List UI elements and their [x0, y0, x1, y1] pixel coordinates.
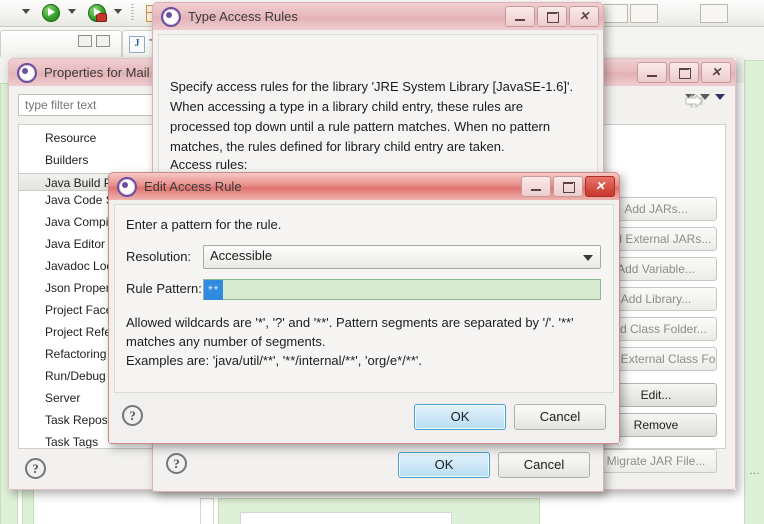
toolbar-button[interactable] [700, 4, 728, 23]
help-line: Allowed wildcards are '*', '?' and '**'.… [126, 315, 574, 330]
help-icon[interactable]: ? [25, 458, 46, 479]
edit-access-rule-content: Enter a pattern for the rule. Resolution… [114, 204, 614, 393]
window-controls: ✕ [635, 62, 731, 83]
restore-icon[interactable] [78, 35, 92, 47]
rule-pattern-label: Rule Pattern: [126, 281, 202, 296]
form-panel [200, 498, 214, 524]
close-icon[interactable]: ✕ [569, 6, 599, 27]
resolution-label: Resolution: [126, 249, 192, 264]
minimize-icon[interactable] [637, 62, 667, 83]
maximize-icon[interactable] [537, 6, 567, 27]
run-icon[interactable] [42, 4, 60, 22]
cancel-button[interactable]: Cancel [514, 404, 606, 430]
type-access-rules-footer: ? OK Cancel [158, 444, 598, 486]
instruction-text: Enter a pattern for the rule. [126, 217, 282, 232]
editor-secondary-number: … [749, 465, 760, 477]
migrate-jar-file-button[interactable]: Migrate JAR File... [595, 449, 717, 473]
edit-access-rule-titlebar[interactable]: Edit Access Rule ✕ [108, 172, 620, 200]
view-menu-chevron-icon[interactable] [715, 94, 725, 100]
screen: ✦ J J Te 245 … Properties for Mail ✕ [0, 0, 764, 524]
forward-arrow-icon[interactable] [685, 93, 703, 109]
ok-button[interactable]: OK [398, 452, 490, 478]
dropdown-caret-icon[interactable] [68, 9, 76, 14]
properties-title: Properties for Mail [44, 65, 150, 80]
gear-icon [117, 176, 137, 197]
navigation-controls [685, 93, 725, 109]
description-line: matches, the rules defined for library c… [170, 139, 505, 154]
toolbar-button[interactable] [600, 4, 628, 23]
help-icon[interactable]: ? [166, 453, 187, 474]
dropdown-caret-icon[interactable] [22, 9, 30, 14]
toolbar-grip[interactable] [131, 4, 134, 22]
resolution-select[interactable]: Accessible [203, 245, 601, 269]
rule-pattern-value: ** [204, 280, 224, 300]
access-rules-label: Access rules: [170, 157, 248, 172]
type-access-rules-titlebar[interactable]: Type Access Rules ✕ [152, 2, 604, 30]
edit-access-rule-body: Enter a pattern for the rule. Resolution… [108, 200, 620, 444]
edit-access-rule-dialog[interactable]: Edit Access Rule ✕ Enter a pattern for t… [108, 172, 620, 444]
close-icon[interactable]: ✕ [701, 62, 731, 83]
form-field[interactable] [240, 512, 452, 524]
edit-access-rule-footer: ? OK Cancel [114, 396, 614, 438]
dropdown-caret-icon[interactable] [114, 9, 122, 14]
bug-icon [96, 13, 107, 22]
help-line: Examples are: 'java/util/**', '**/intern… [126, 353, 422, 368]
rule-pattern-input[interactable]: ** [203, 279, 601, 300]
description-line: processed top down until a rule pattern … [170, 119, 551, 134]
window-controls: ✕ [519, 176, 615, 197]
ok-button[interactable]: OK [414, 404, 506, 430]
minimize-icon[interactable] [521, 176, 551, 197]
gear-icon [17, 62, 37, 83]
minimize-icon[interactable] [505, 6, 535, 27]
toolbar-button[interactable] [630, 4, 658, 23]
close-icon[interactable]: ✕ [585, 176, 615, 197]
resolution-value: Accessible [210, 248, 273, 263]
debug-icon[interactable] [88, 4, 107, 22]
description-line: Specify access rules for the library 'JR… [170, 79, 574, 94]
dialog-description: Specify access rules for the library 'JR… [170, 77, 580, 157]
window-controls: ✕ [503, 6, 599, 27]
help-icon[interactable]: ? [122, 405, 143, 426]
editor-green-area-3 [744, 60, 764, 524]
edit-access-rule-title: Edit Access Rule [144, 179, 242, 194]
cancel-button[interactable]: Cancel [498, 452, 590, 478]
description-line: When accessing a type in a library child… [170, 99, 524, 114]
wildcard-help-text: Allowed wildcards are '*', '?' and '**'.… [126, 313, 606, 370]
maximize-icon[interactable] [553, 176, 583, 197]
type-access-rules-title: Type Access Rules [188, 9, 298, 24]
properties-help-icon-wrap: ? [25, 458, 46, 479]
java-file-icon: J [129, 35, 145, 53]
maximize-view-icon[interactable] [96, 35, 110, 47]
maximize-icon[interactable] [669, 62, 699, 83]
gear-icon [161, 6, 181, 27]
help-line: matches any number of segments. [126, 334, 326, 349]
chevron-down-icon[interactable] [583, 255, 593, 261]
